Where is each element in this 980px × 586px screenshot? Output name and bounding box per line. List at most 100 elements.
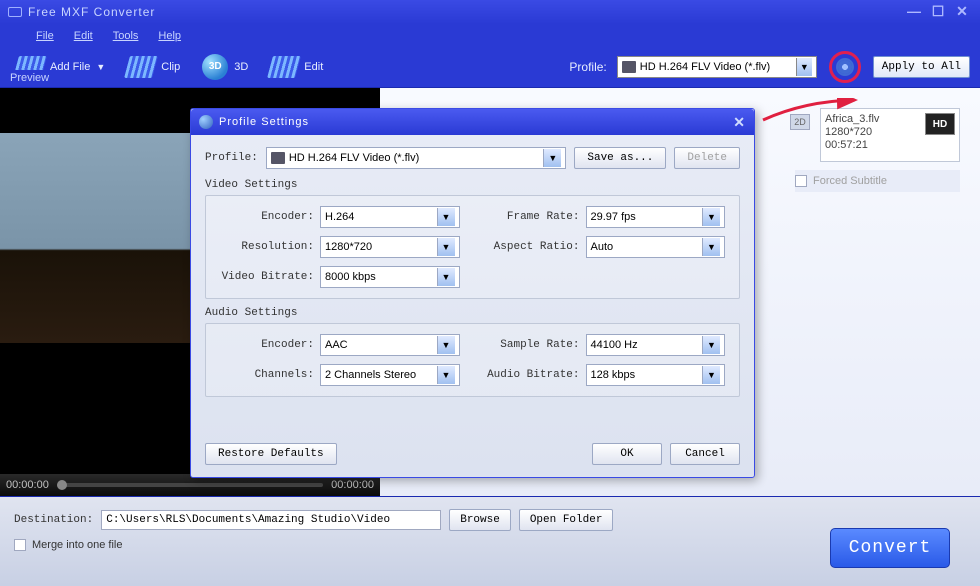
profile-label: Profile:: [205, 152, 258, 164]
clip-icon: [124, 56, 158, 78]
v-bitrate-select[interactable]: 8000 kbps▼: [320, 266, 460, 288]
chevron-down-icon[interactable]: ▼: [702, 366, 720, 384]
profile-select[interactable]: HD H.264 FLV Video (*.flv) ▼: [617, 56, 817, 78]
a-channels-select[interactable]: 2 Channels Stereo▼: [320, 364, 460, 386]
v-aspect-select[interactable]: Auto▼: [586, 236, 726, 258]
v-framerate-label: Frame Rate:: [486, 211, 580, 223]
profile-value-modal: HD H.264 FLV Video (*.flv): [289, 152, 419, 164]
menu-edit[interactable]: Edit: [74, 28, 93, 42]
edit-icon: [267, 56, 301, 78]
preview-label: Preview: [4, 70, 55, 86]
audio-settings-group: Encoder: AAC▼ Channels: 2 Channels Stereo▼…: [205, 323, 740, 397]
audio-settings-label: Audio Settings: [205, 307, 740, 319]
dialog-close-button[interactable]: ✕: [733, 114, 746, 131]
gear-icon: [838, 60, 852, 74]
profile-settings-button[interactable]: [829, 51, 861, 83]
file-resolution: 1280*720: [825, 126, 921, 139]
forced-subtitle-row: Forced Subtitle: [795, 170, 960, 192]
v-resolution-label: Resolution:: [220, 241, 314, 253]
chevron-down-icon[interactable]: ▼: [543, 149, 561, 167]
dialog-icon: [199, 115, 213, 129]
chevron-down-icon[interactable]: ▼: [702, 336, 720, 354]
chevron-down-icon[interactable]: ▼: [437, 208, 455, 226]
seek-slider[interactable]: [57, 483, 323, 487]
a-channels-label: Channels:: [220, 369, 314, 381]
time-total: 00:00:00: [331, 479, 374, 491]
ok-button[interactable]: OK: [592, 443, 662, 465]
a-bitrate-label: Audio Bitrate:: [486, 369, 580, 381]
v-aspect-label: Aspect Ratio:: [486, 241, 580, 253]
file-duration: 00:57:21: [825, 139, 921, 152]
profile-label: Profile:: [569, 60, 606, 74]
dialog-title: Profile Settings: [219, 116, 309, 128]
destination-input[interactable]: [101, 510, 441, 530]
close-window-button[interactable]: ✕: [952, 4, 972, 20]
app-icon: [8, 7, 22, 17]
chevron-down-icon[interactable]: ▼: [796, 58, 812, 76]
seek-thumb[interactable]: [57, 480, 67, 490]
app-title: Free MXF Converter: [28, 5, 904, 19]
apply-to-all-button[interactable]: Apply to All: [873, 56, 970, 78]
edit-button[interactable]: Edit: [264, 53, 329, 81]
chevron-down-icon: ▼: [96, 62, 105, 72]
save-as-button[interactable]: Save as...: [574, 147, 666, 169]
chevron-down-icon[interactable]: ▼: [702, 238, 720, 256]
v-encoder-label: Encoder:: [220, 211, 314, 223]
minimize-button[interactable]: —: [904, 4, 924, 20]
menubar: File Edit Tools Help: [0, 24, 980, 46]
3d-button[interactable]: 3D 3D: [196, 51, 254, 83]
menu-tools[interactable]: Tools: [113, 28, 139, 42]
delete-button[interactable]: Delete: [674, 147, 740, 169]
profile-value: HD H.264 FLV Video (*.flv): [640, 61, 770, 73]
file-name: Africa_3.flv: [825, 113, 921, 126]
merge-checkbox[interactable]: [14, 539, 26, 551]
v-bitrate-label: Video Bitrate:: [220, 271, 314, 283]
v-framerate-select[interactable]: 29.97 fps▼: [586, 206, 726, 228]
profile-settings-dialog: Profile Settings ✕ Profile: HD H.264 FLV…: [190, 108, 755, 478]
maximize-button[interactable]: ☐: [928, 4, 948, 20]
menu-help[interactable]: Help: [158, 28, 181, 42]
forced-subtitle-label: Forced Subtitle: [813, 175, 887, 187]
restore-defaults-button[interactable]: Restore Defaults: [205, 443, 337, 465]
open-folder-button[interactable]: Open Folder: [519, 509, 614, 531]
browse-button[interactable]: Browse: [449, 509, 511, 531]
add-file-label: Add File: [50, 61, 90, 73]
dialog-footer: Restore Defaults OK Cancel: [205, 443, 740, 465]
a-bitrate-select[interactable]: 128 kbps▼: [586, 364, 726, 386]
forced-subtitle-checkbox[interactable]: [795, 175, 807, 187]
chevron-down-icon[interactable]: ▼: [437, 366, 455, 384]
destination-bar: Destination: Browse Open Folder Merge in…: [0, 496, 980, 586]
clip-button[interactable]: Clip: [121, 53, 186, 81]
edit-label: Edit: [304, 61, 323, 73]
chevron-down-icon[interactable]: ▼: [437, 268, 455, 286]
v-resolution-select[interactable]: 1280*720▼: [320, 236, 460, 258]
video-settings-label: Video Settings: [205, 179, 740, 191]
3d-label: 3D: [234, 61, 248, 73]
badge-2d[interactable]: 2D: [790, 114, 810, 130]
v-encoder-select[interactable]: H.264▼: [320, 206, 460, 228]
a-samplerate-select[interactable]: 44100 Hz▼: [586, 334, 726, 356]
orb-3d-icon: 3D: [202, 54, 228, 80]
dialog-titlebar[interactable]: Profile Settings ✕: [191, 109, 754, 135]
flv-icon: [622, 61, 636, 73]
toolbar: Add File ▼ Clip 3D 3D Edit Profile: HD H…: [0, 46, 980, 88]
hd-badge: HD: [925, 113, 955, 135]
video-settings-group: Encoder: H.264▼ Resolution: 1280*720▼ Vide…: [205, 195, 740, 299]
chevron-down-icon[interactable]: ▼: [437, 336, 455, 354]
file-card[interactable]: Africa_3.flv 1280*720 00:57:21 HD: [820, 108, 960, 162]
a-encoder-select[interactable]: AAC▼: [320, 334, 460, 356]
convert-button[interactable]: Convert: [830, 528, 950, 568]
time-current: 00:00:00: [6, 479, 49, 491]
flv-icon: [271, 152, 285, 164]
profile-select-modal[interactable]: HD H.264 FLV Video (*.flv) ▼: [266, 147, 567, 169]
file-info: Africa_3.flv 1280*720 00:57:21: [825, 113, 921, 157]
clip-label: Clip: [161, 61, 180, 73]
destination-label: Destination:: [14, 514, 93, 526]
menu-file[interactable]: File: [36, 28, 54, 42]
chevron-down-icon[interactable]: ▼: [437, 238, 455, 256]
merge-label: Merge into one file: [32, 539, 123, 551]
chevron-down-icon[interactable]: ▼: [702, 208, 720, 226]
cancel-button[interactable]: Cancel: [670, 443, 740, 465]
a-samplerate-label: Sample Rate:: [486, 339, 580, 351]
a-encoder-label: Encoder:: [220, 339, 314, 351]
